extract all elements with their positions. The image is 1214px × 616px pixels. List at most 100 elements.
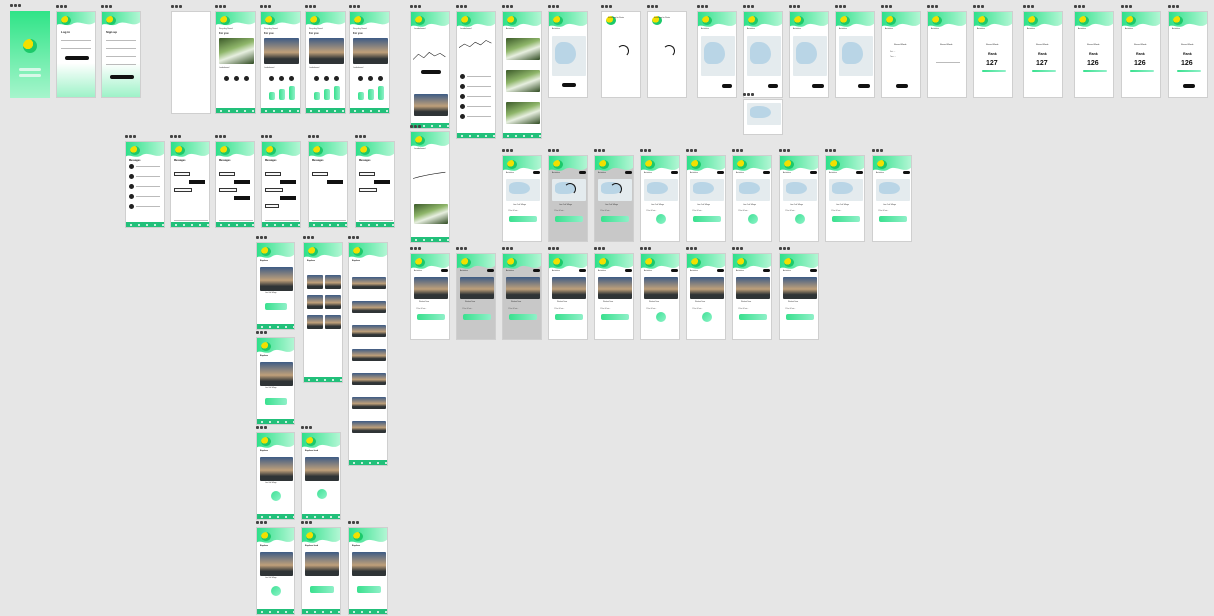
frame-menu-three-dots-icon[interactable] <box>779 247 793 250</box>
rank-progress-bar[interactable] <box>1177 70 1201 72</box>
profile-icon[interactable] <box>252 109 254 112</box>
start-button[interactable] <box>357 586 381 593</box>
add-icon[interactable] <box>376 223 378 226</box>
frame-menu-three-dots-icon[interactable] <box>686 149 700 152</box>
frame-menu-three-dots-icon[interactable] <box>410 5 424 8</box>
map-icon[interactable] <box>273 109 275 112</box>
leaf-icon[interactable] <box>199 223 201 226</box>
go-button[interactable] <box>812 84 824 88</box>
frame-menu-three-dots-icon[interactable] <box>261 135 275 138</box>
start-button[interactable] <box>879 216 907 222</box>
add-icon[interactable] <box>431 124 433 127</box>
map-view[interactable] <box>701 36 735 76</box>
mode-badge[interactable] <box>810 171 817 174</box>
home-icon[interactable] <box>354 109 356 112</box>
frame-menu-three-dots-icon[interactable] <box>355 135 369 138</box>
map-view[interactable] <box>644 179 678 201</box>
start-button[interactable] <box>509 314 537 320</box>
profile-icon[interactable] <box>386 109 388 112</box>
map-icon[interactable] <box>368 223 370 226</box>
profile-icon[interactable] <box>293 325 294 328</box>
mode-badge[interactable] <box>625 269 632 272</box>
start-circle-button[interactable] <box>271 491 281 501</box>
add-icon[interactable] <box>281 109 283 112</box>
map-view[interactable] <box>783 179 817 201</box>
frame-menu-three-dots-icon[interactable] <box>410 247 424 250</box>
map-view[interactable] <box>793 36 827 76</box>
map-view[interactable] <box>876 179 910 201</box>
leaf-icon[interactable] <box>244 223 246 226</box>
mode-badge[interactable] <box>671 171 678 174</box>
leaf-icon[interactable] <box>154 223 156 226</box>
segmented-toggle[interactable] <box>421 70 441 74</box>
map-icon[interactable] <box>318 109 320 112</box>
home-icon[interactable] <box>261 420 263 423</box>
map-view[interactable] <box>506 179 540 201</box>
home-icon[interactable] <box>261 610 263 613</box>
mode-badge[interactable] <box>441 269 448 272</box>
leaf-icon[interactable] <box>334 109 336 112</box>
frame-menu-three-dots-icon[interactable] <box>872 149 886 152</box>
mode-badge[interactable] <box>533 171 540 174</box>
login-submit-button[interactable] <box>65 56 89 60</box>
explore-go-button[interactable] <box>265 303 287 310</box>
frame-menu-three-dots-icon[interactable] <box>410 125 424 128</box>
frame-menu-three-dots-icon[interactable] <box>256 426 270 429</box>
home-icon[interactable] <box>360 223 362 226</box>
frame-menu-three-dots-icon[interactable] <box>215 5 229 8</box>
frame-menu-three-dots-icon[interactable] <box>743 5 757 8</box>
frame-menu-three-dots-icon[interactable] <box>927 5 941 8</box>
home-icon[interactable] <box>220 223 222 226</box>
home-icon[interactable] <box>306 610 308 613</box>
map-view[interactable] <box>829 179 863 201</box>
frame-menu-three-dots-icon[interactable] <box>640 149 654 152</box>
profile-icon[interactable] <box>162 223 164 226</box>
frame-menu-three-dots-icon[interactable] <box>56 5 70 8</box>
leaf-icon[interactable] <box>378 109 380 112</box>
profile-icon[interactable] <box>539 134 541 137</box>
signup-button[interactable] <box>19 74 41 77</box>
add-icon[interactable] <box>322 610 324 613</box>
map-icon[interactable] <box>321 223 323 226</box>
add-icon[interactable] <box>369 610 371 613</box>
frame-menu-three-dots-icon[interactable] <box>10 4 24 7</box>
start-button[interactable] <box>693 216 721 222</box>
frame-menu-three-dots-icon[interactable] <box>594 149 608 152</box>
add-icon[interactable] <box>277 515 279 518</box>
frame-menu-three-dots-icon[interactable] <box>973 5 987 8</box>
map-icon[interactable] <box>314 515 316 518</box>
add-icon[interactable] <box>146 223 148 226</box>
frame-menu-three-dots-icon[interactable] <box>502 149 516 152</box>
profile-icon[interactable] <box>447 124 449 127</box>
go-button[interactable] <box>722 84 732 88</box>
profile-icon[interactable] <box>385 461 387 464</box>
map-icon[interactable] <box>316 378 318 381</box>
frame-menu-three-dots-icon[interactable] <box>594 247 608 250</box>
leaf-icon[interactable] <box>531 134 533 137</box>
start-button[interactable] <box>555 314 583 320</box>
frame-menu-three-dots-icon[interactable] <box>548 149 562 152</box>
leaf-icon[interactable] <box>330 515 332 518</box>
frame-menu-three-dots-icon[interactable] <box>101 5 115 8</box>
frame-menu-three-dots-icon[interactable] <box>125 135 139 138</box>
frame-menu-three-dots-icon[interactable] <box>456 5 470 8</box>
add-icon[interactable] <box>370 109 372 112</box>
go-button[interactable] <box>858 84 870 88</box>
add-icon[interactable] <box>282 223 284 226</box>
frame-menu-three-dots-icon[interactable] <box>256 521 270 524</box>
start-circle-button[interactable] <box>702 312 712 322</box>
start-circle-button[interactable] <box>656 312 666 322</box>
confirm-button[interactable] <box>562 83 576 87</box>
map-icon[interactable] <box>515 134 517 137</box>
start-circle-button[interactable] <box>795 214 805 224</box>
frame-menu-three-dots-icon[interactable] <box>502 247 516 250</box>
frame-menu-three-dots-icon[interactable] <box>305 5 319 8</box>
profile-icon[interactable] <box>298 223 300 226</box>
rank-progress-bar[interactable] <box>1130 70 1154 72</box>
map-icon[interactable] <box>314 610 316 613</box>
map-icon[interactable] <box>469 134 471 137</box>
add-icon[interactable] <box>236 109 238 112</box>
frame-menu-three-dots-icon[interactable] <box>732 247 746 250</box>
add-icon[interactable] <box>431 238 433 241</box>
leaf-icon[interactable] <box>290 223 292 226</box>
